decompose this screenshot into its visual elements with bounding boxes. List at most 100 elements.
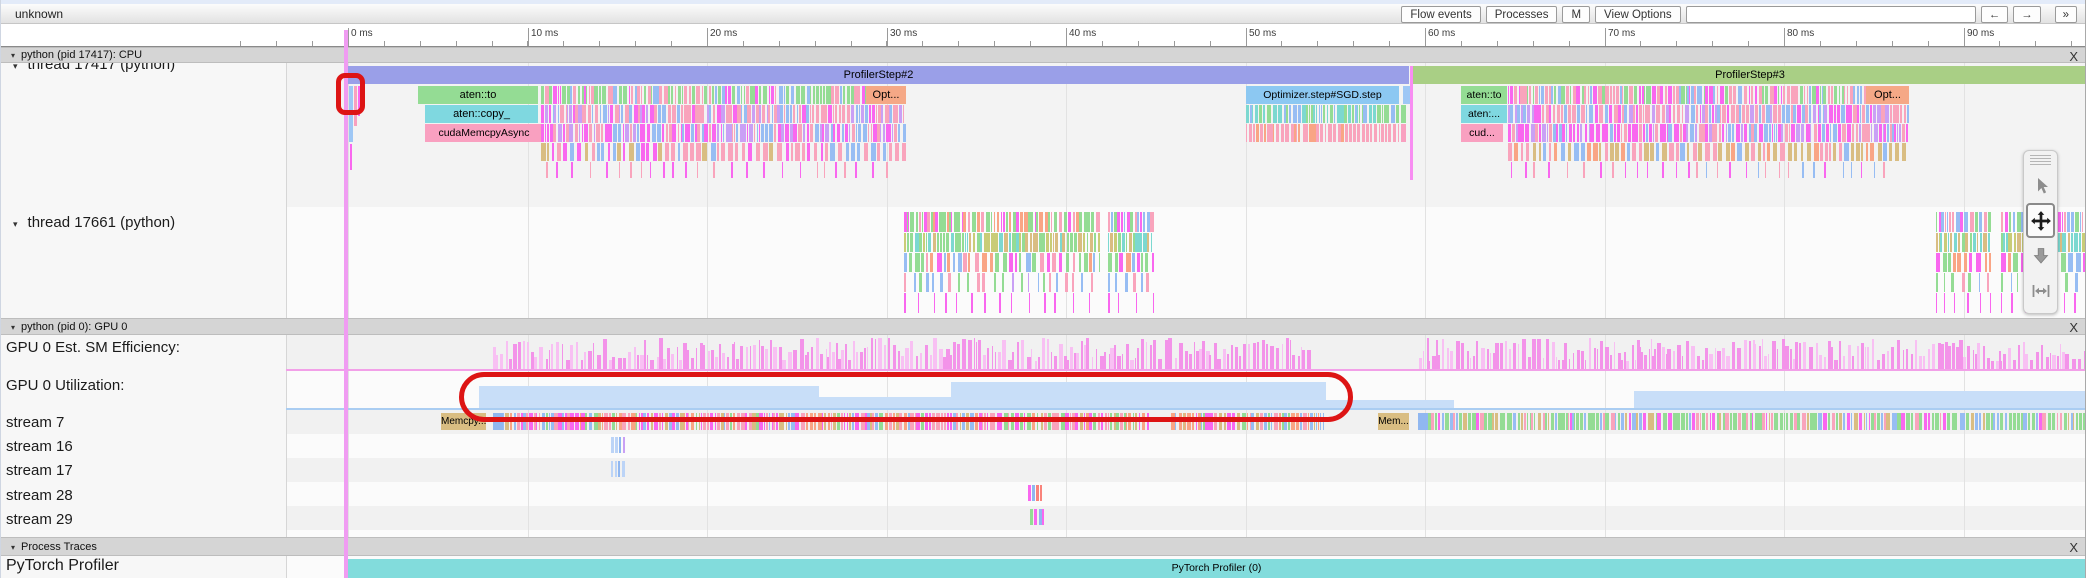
dense-slices-cluster[interactable] — [904, 273, 1100, 292]
dense-slices-cluster[interactable] — [1508, 143, 1909, 161]
section-header-gpu[interactable]: ▾python (pid 0): GPU 0 X — [1, 318, 2086, 335]
trace-slice[interactable]: aten:... — [1461, 105, 1507, 123]
track-label-pytorch-profiler[interactable]: PyTorch Profiler — [6, 557, 119, 575]
dense-slices-cluster[interactable] — [611, 437, 625, 453]
trace-slice[interactable]: aten::copy_ — [425, 105, 538, 123]
dense-slices-cluster[interactable] — [904, 253, 1100, 272]
timing-tool-button[interactable] — [2026, 273, 2055, 308]
track-label-stream-16[interactable]: stream 16 — [6, 438, 73, 455]
stripe — [1829, 143, 1831, 161]
trace-slice-small[interactable] — [1401, 105, 1406, 123]
trace-slice[interactable]: PyTorch Profiler (0) — [346, 559, 2086, 578]
trace-slice[interactable]: ProfilerStep#2 — [348, 66, 1409, 84]
dense-slices-cluster[interactable] — [541, 86, 866, 104]
dense-slices-cluster[interactable] — [904, 233, 1100, 252]
gpu-utilization-area[interactable] — [1634, 391, 2086, 408]
stripe — [1824, 105, 1827, 123]
dense-slices-cluster[interactable] — [1428, 413, 2086, 430]
selection-tool-button[interactable] — [2026, 168, 2055, 203]
dense-slices-cluster[interactable] — [1936, 233, 1991, 252]
stripe — [1323, 105, 1325, 123]
trace-slice[interactable]: Opt... — [1866, 86, 1909, 104]
dense-slices-cluster[interactable] — [611, 461, 625, 477]
trace-slice-small[interactable] — [1401, 124, 1406, 142]
trace-slice[interactable]: Optimizer.step#SGD.step — [1246, 86, 1399, 104]
processes-button[interactable]: Processes — [1486, 6, 1558, 23]
dense-slices-cluster[interactable] — [1246, 124, 1399, 142]
dense-slices-cluster[interactable] — [1108, 273, 1154, 292]
dense-slices-cluster[interactable] — [1108, 293, 1154, 313]
stripe — [746, 86, 749, 104]
close-icon[interactable]: X — [2069, 539, 2078, 557]
trace-slice[interactable]: Opt... — [866, 86, 906, 104]
trace-slice[interactable]: cud... — [1461, 124, 1503, 142]
counter-bars-cluster[interactable] — [1419, 338, 2086, 369]
collapse-triangle-icon[interactable]: ▾ — [11, 323, 15, 332]
collapse-triangle-icon[interactable]: ▾ — [13, 219, 18, 229]
flow-events-button[interactable]: Flow events — [1401, 6, 1480, 23]
trace-slice[interactable]: Mem... — [1378, 413, 1409, 430]
track-label-thread-17661[interactable]: ▾thread 17661 (python) — [13, 214, 175, 231]
track-label-sm-efficiency[interactable]: GPU 0 Est. SM Efficiency: — [6, 339, 180, 356]
metadata-button[interactable]: M — [1562, 6, 1590, 23]
track-label-stream-28[interactable]: stream 28 — [6, 487, 73, 504]
stripe — [1860, 86, 1862, 104]
trace-slice[interactable]: aten::to — [418, 86, 538, 104]
dense-slices-cluster[interactable] — [1936, 253, 1991, 272]
trace-slice[interactable]: ProfilerStep#3 — [1413, 66, 2086, 84]
track-label-stream-17[interactable]: stream 17 — [6, 462, 73, 479]
pan-tool-button[interactable] — [2026, 203, 2055, 238]
dense-slices-cluster[interactable] — [541, 124, 906, 142]
dense-slices-cluster[interactable] — [546, 162, 901, 178]
drag-handle-icon[interactable] — [2030, 155, 2051, 165]
timeline-canvas[interactable]: ▾python (pid 17417): CPU X ▾python (pid … — [1, 47, 2086, 578]
close-icon[interactable]: X — [2069, 320, 2078, 336]
stripe — [1774, 124, 1775, 142]
dense-slices-cluster[interactable] — [1246, 105, 1399, 123]
dense-slices-cluster[interactable] — [1030, 509, 1044, 525]
trace-slice-small[interactable] — [1410, 66, 1413, 180]
close-icon[interactable]: X — [2069, 49, 2078, 64]
trace-slice-small[interactable] — [1418, 413, 1428, 430]
counter-bars-cluster[interactable] — [493, 338, 1311, 369]
dense-slices-cluster[interactable] — [1508, 105, 1909, 123]
collapse-triangle-icon[interactable]: ▾ — [11, 51, 15, 60]
dense-slices-cluster[interactable] — [1108, 212, 1154, 232]
find-next-button[interactable]: → — [2013, 6, 2041, 23]
find-previous-button[interactable]: ← — [1981, 6, 2009, 23]
zoom-tool-button[interactable] — [2026, 238, 2055, 273]
stripe — [807, 124, 809, 142]
dense-slices-cluster[interactable] — [541, 105, 906, 123]
collapse-triangle-icon[interactable]: ▾ — [11, 543, 15, 552]
trace-slice[interactable]: aten::to — [1461, 86, 1507, 104]
find-close-button[interactable]: » — [2055, 6, 2077, 23]
stripe — [1657, 343, 1661, 369]
stripe — [930, 355, 932, 369]
dense-slices-cluster[interactable] — [1936, 212, 1991, 232]
dense-slices-cluster[interactable] — [1508, 124, 1909, 142]
timeline-ruler[interactable]: 0 ms10 ms20 ms30 ms40 ms50 ms60 ms70 ms8… — [1, 24, 2086, 47]
section-header-cpu[interactable]: ▾python (pid 17417): CPU X — [1, 47, 2086, 63]
search-input[interactable] — [1686, 6, 1976, 23]
stripe — [1129, 233, 1132, 252]
stripe — [1677, 105, 1680, 123]
trace-slice-small[interactable] — [350, 144, 352, 170]
dense-slices-cluster[interactable] — [1508, 86, 1866, 104]
dense-slices-cluster[interactable] — [1108, 253, 1154, 272]
dense-slices-cluster[interactable] — [1511, 162, 1901, 178]
track-label-gpu-utilization[interactable]: GPU 0 Utilization: — [6, 377, 124, 394]
dense-slices-cluster[interactable] — [904, 293, 1100, 313]
track-label-stream-7[interactable]: stream 7 — [6, 414, 64, 431]
dense-slices-cluster[interactable] — [1108, 233, 1154, 252]
dense-slices-cluster[interactable] — [1936, 273, 1991, 292]
dense-slices-cluster[interactable] — [1936, 293, 1991, 313]
stripe — [2018, 345, 2020, 369]
trace-slice[interactable]: cudaMemcpyAsync — [425, 124, 543, 142]
dense-slices-cluster[interactable] — [541, 143, 906, 161]
track-label-stream-29[interactable]: stream 29 — [6, 511, 73, 528]
section-header-process-traces[interactable]: ▾Process Traces X — [1, 537, 2086, 556]
dense-slices-cluster[interactable] — [904, 212, 1100, 232]
view-options-button[interactable]: View Options — [1595, 6, 1681, 23]
dense-slices-cluster[interactable] — [1028, 485, 1042, 501]
trace-slice-small[interactable] — [1403, 86, 1410, 104]
